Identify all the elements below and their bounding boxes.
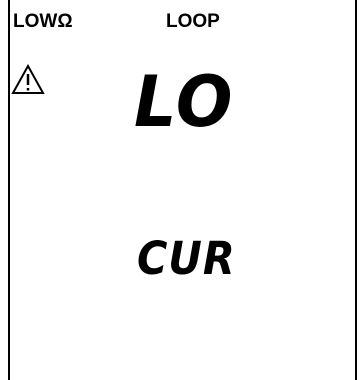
warning-triangle-icon [11,64,45,94]
secondary-display-readout: CUR [137,232,236,285]
mode-label-loop: LOOP [166,11,220,32]
left-border [8,0,10,380]
meter-lcd-screen: LOWΩ LOOP LO CUR [0,0,364,380]
mode-label-low-ohm: LOWΩ [13,11,73,32]
right-border [355,0,357,380]
primary-display-readout: LO [134,61,235,143]
